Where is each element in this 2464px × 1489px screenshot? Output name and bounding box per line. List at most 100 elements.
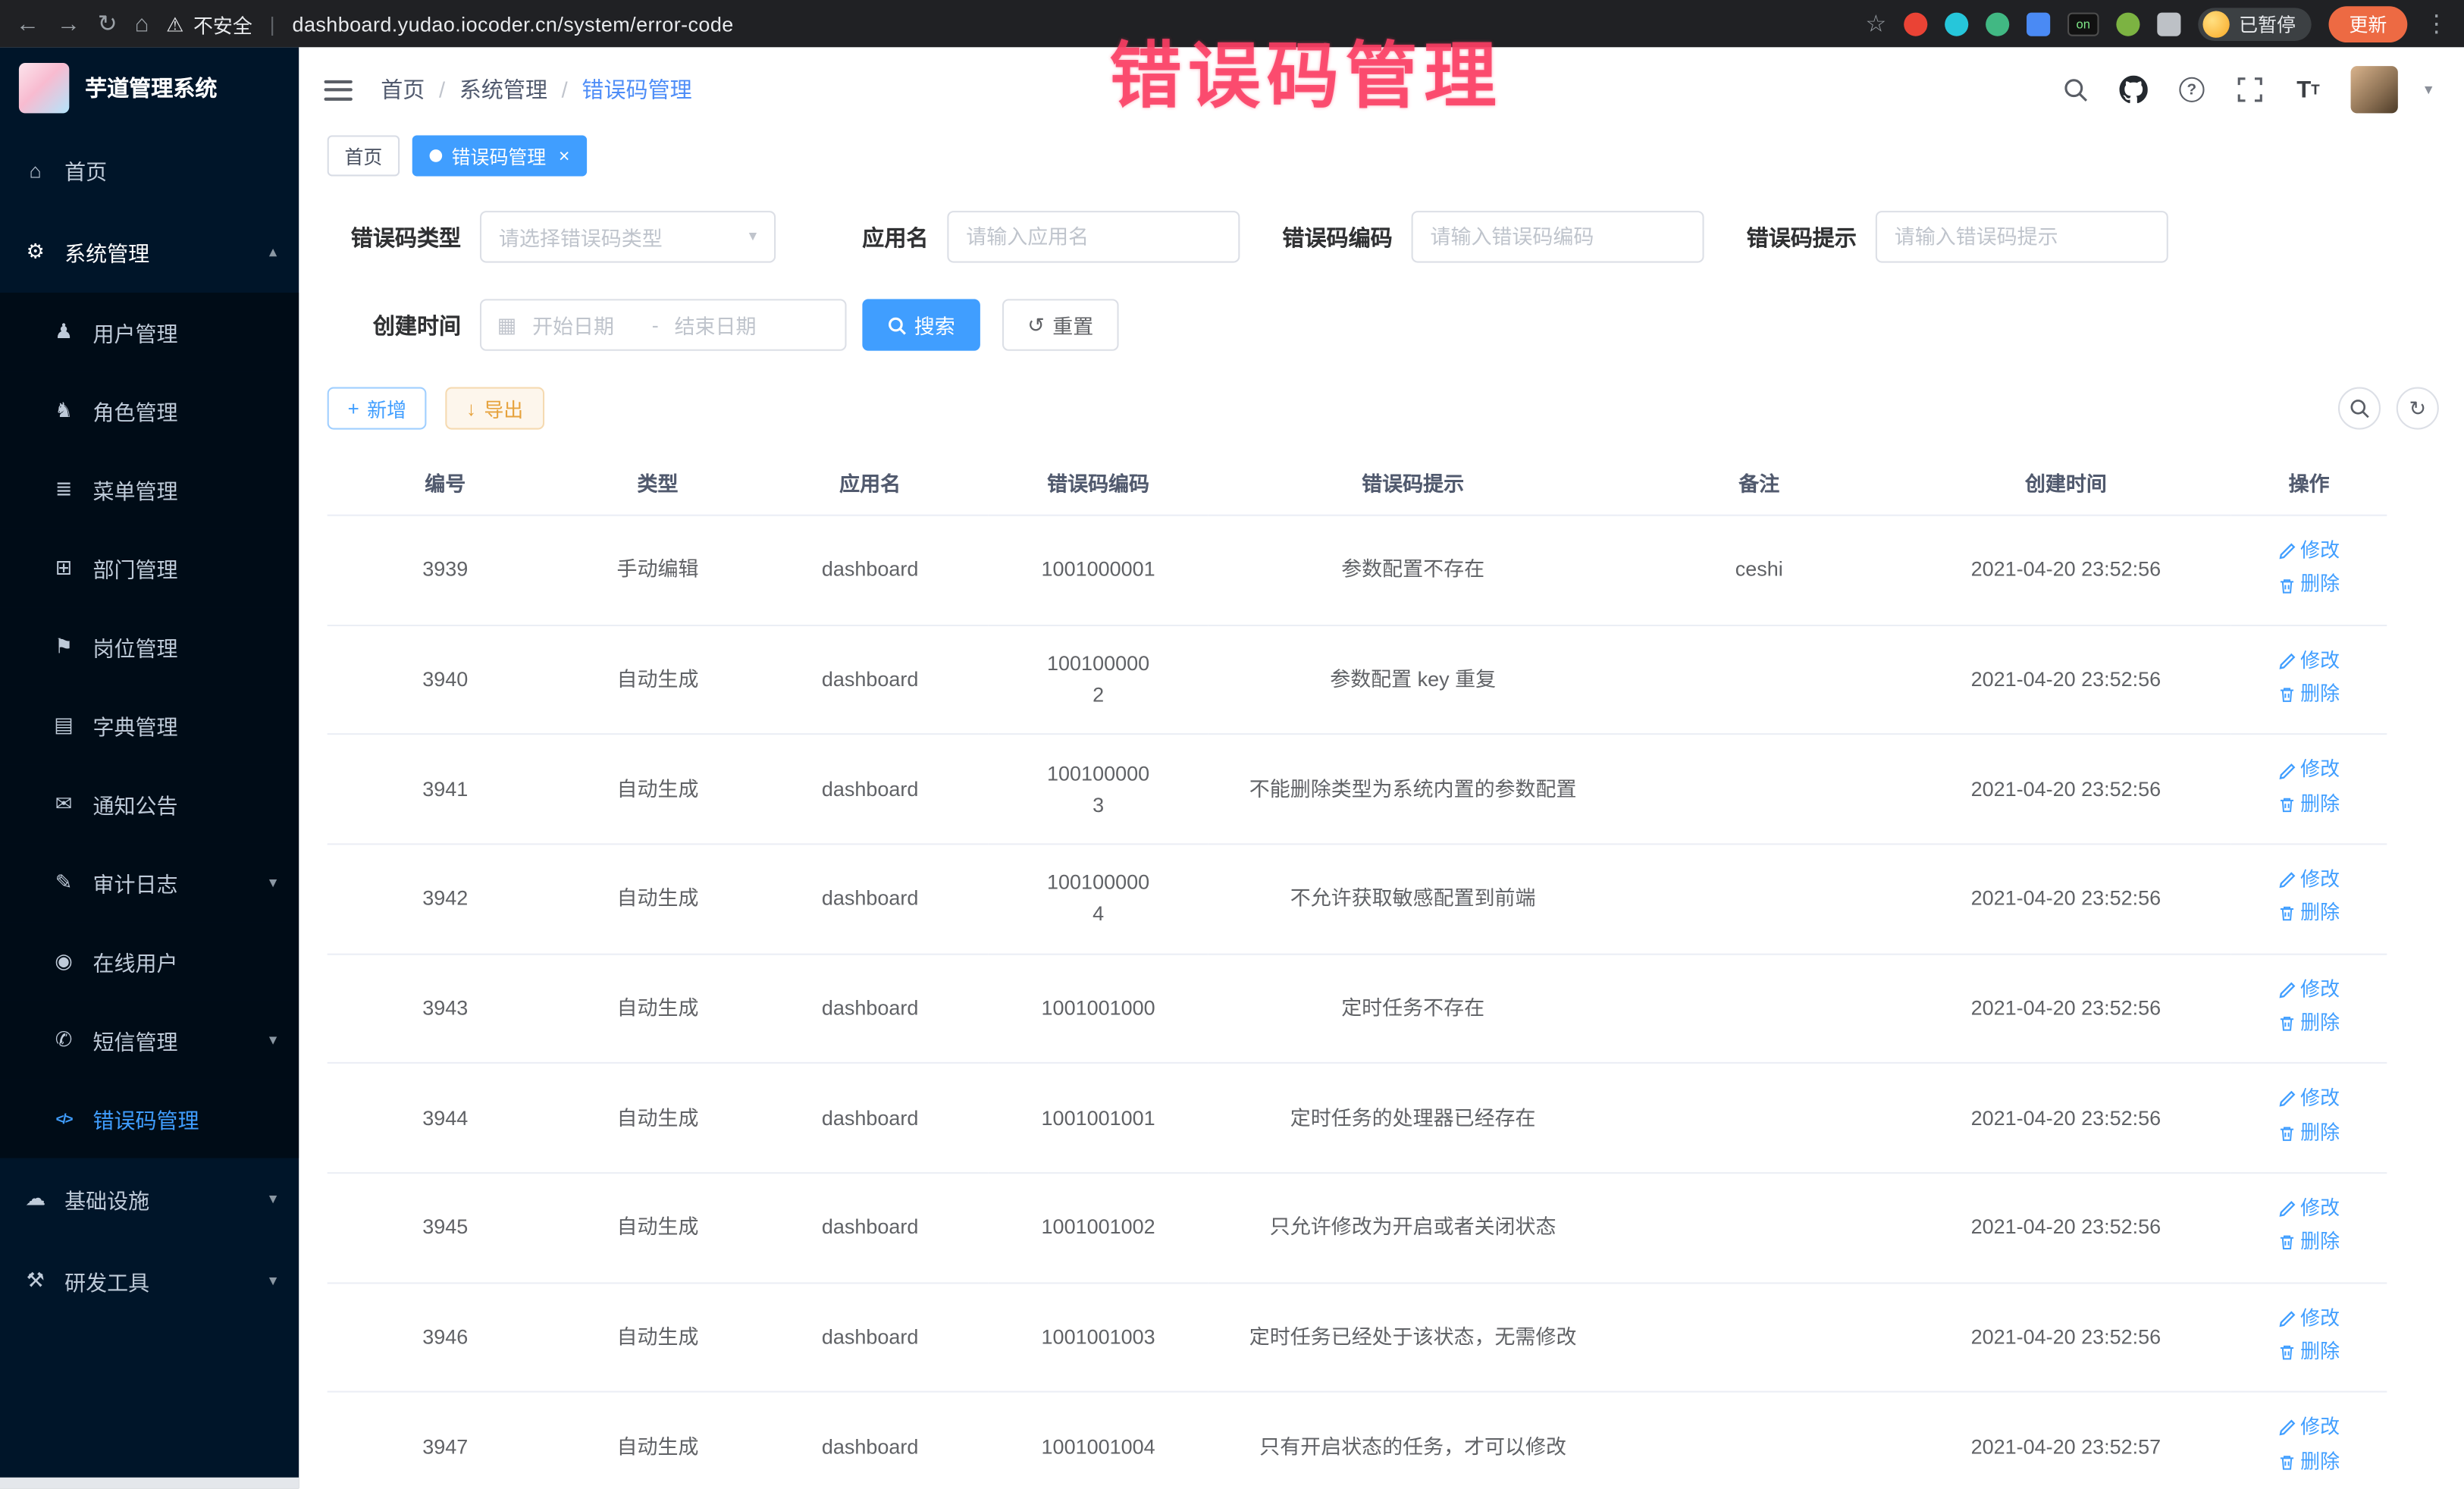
- cell-actions: 修改 删除: [2231, 1283, 2387, 1393]
- profile-paused-badge[interactable]: 已暂停: [2198, 7, 2311, 40]
- sidebar-item-infra[interactable]: ☁ 基础设施 ▾: [0, 1158, 299, 1240]
- refresh-button[interactable]: ↻: [2397, 387, 2439, 430]
- breadcrumb-home[interactable]: 首页: [381, 74, 425, 106]
- github-icon[interactable]: [2118, 74, 2149, 106]
- sidebar-item-online-users[interactable]: ◉ 在线用户: [0, 922, 299, 1001]
- browser-menu-icon[interactable]: ⋮: [2425, 12, 2448, 36]
- delete-link[interactable]: 删除: [2278, 789, 2340, 820]
- edit-link[interactable]: 修改: [2278, 1084, 2340, 1114]
- error-hint-input[interactable]: [1876, 211, 2168, 262]
- security-badge[interactable]: ⚠ 不安全: [166, 8, 252, 38]
- edit-link[interactable]: 修改: [2278, 865, 2340, 895]
- on-extension-icon[interactable]: on: [2067, 12, 2099, 36]
- table-row: 3939 手动编辑 dashboard 1001000001 参数配置不存在 c…: [328, 516, 2387, 625]
- forward-icon[interactable]: →: [57, 12, 80, 36]
- reload-icon[interactable]: ↻: [98, 12, 118, 36]
- edit-pencil-icon: [2278, 1091, 2296, 1108]
- sidebar-item-dev-tools[interactable]: ⚒ 研发工具 ▾: [0, 1240, 299, 1321]
- browser-update-button[interactable]: 更新: [2328, 5, 2407, 42]
- teal-extension-icon[interactable]: [1945, 12, 1968, 36]
- delete-link[interactable]: 删除: [2278, 680, 2340, 710]
- delete-link[interactable]: 删除: [2278, 570, 2340, 600]
- tab-label: 首页: [345, 143, 383, 169]
- delete-link[interactable]: 删除: [2278, 1447, 2340, 1477]
- sidebar-scrollbar[interactable]: [0, 1478, 299, 1489]
- app-logo[interactable]: 芋道管理系统: [0, 47, 299, 129]
- cell-id: 3939: [328, 516, 563, 625]
- post-icon: ⚑: [50, 634, 77, 659]
- sidebar-item-system[interactable]: ⚙ 系统管理 ▴: [0, 211, 299, 293]
- back-icon[interactable]: ←: [16, 12, 39, 36]
- sidebar-item-dicts[interactable]: ▤ 字典管理: [0, 686, 299, 765]
- leaf-extension-icon[interactable]: [2116, 12, 2140, 36]
- sidebar-item-error-codes[interactable]: </> 错误码管理: [0, 1080, 299, 1158]
- edit-link[interactable]: 修改: [2278, 975, 2340, 1005]
- delete-link[interactable]: 删除: [2278, 1118, 2340, 1149]
- font-size-icon[interactable]: TT: [2293, 74, 2324, 106]
- toggle-search-button[interactable]: [2338, 387, 2381, 430]
- sidebar-item-home[interactable]: ⌂ 首页: [0, 129, 299, 211]
- edit-link[interactable]: 修改: [2278, 1413, 2340, 1444]
- cell-actions: 修改 删除: [2231, 844, 2387, 954]
- sidebar-item-users[interactable]: ♟ 用户管理: [0, 293, 299, 371]
- fullscreen-icon[interactable]: [2234, 74, 2266, 106]
- filter-form: 错误码类型 请选择错误码类型 ▾ 应用名 错误码编码 错误码提示 创建时间 ▦ …: [299, 211, 2464, 351]
- trash-icon: [2278, 1015, 2296, 1033]
- bookmark-star-icon[interactable]: ☆: [1865, 12, 1886, 36]
- table-body: 3939 手动编辑 dashboard 1001000001 参数配置不存在 c…: [328, 516, 2387, 1489]
- tab-error-code[interactable]: 错误码管理 ×: [412, 135, 587, 176]
- delete-link[interactable]: 删除: [2278, 1227, 2340, 1258]
- delete-link[interactable]: 删除: [2278, 1008, 2340, 1039]
- app-name-input[interactable]: [947, 211, 1240, 262]
- cell-code: 1001001003: [988, 1283, 1208, 1393]
- sidebar-menu: ⌂ 首页 ⚙ 系统管理 ▴ ♟ 用户管理 ♞ 角色管理 ≣ 菜单管理 ⊞ 部门管…: [0, 129, 299, 1321]
- edit-link[interactable]: 修改: [2278, 1194, 2340, 1224]
- delete-link[interactable]: 删除: [2278, 1337, 2340, 1368]
- search-button[interactable]: 搜索: [862, 299, 980, 350]
- trash-icon: [2278, 577, 2296, 594]
- vue-extension-icon[interactable]: [1986, 12, 2009, 36]
- red-extension-icon[interactable]: [1904, 12, 1927, 36]
- sidebar-item-sms[interactable]: ✆ 短信管理 ▾: [0, 1001, 299, 1080]
- reset-button[interactable]: ↺ 重置: [1002, 299, 1118, 350]
- trash-icon: [2278, 1124, 2296, 1142]
- select-placeholder: 请选择错误码类型: [499, 222, 663, 252]
- error-type-select[interactable]: 请选择错误码类型 ▾: [480, 211, 776, 262]
- extensions-puzzle-icon[interactable]: [2157, 12, 2180, 36]
- sidebar-item-notices[interactable]: ✉ 通知公告: [0, 765, 299, 844]
- cell-time: 2021-04-20 23:52:56: [1901, 516, 2231, 625]
- cell-hint: 只允许修改为开启或者关闭状态: [1208, 1173, 1618, 1283]
- create-time-range-picker[interactable]: ▦ 开始日期 - 结束日期: [480, 299, 847, 350]
- sidebar-item-posts[interactable]: ⚑ 岗位管理: [0, 607, 299, 686]
- url-text[interactable]: dashboard.yudao.iocoder.cn/system/error-…: [293, 12, 734, 36]
- cell-code: 1001001001: [988, 1063, 1208, 1173]
- sidebar-item-audit-logs[interactable]: ✎ 审计日志 ▾: [0, 843, 299, 922]
- edit-link[interactable]: 修改: [2278, 537, 2340, 567]
- main-panel: 首页 / 系统管理 / 错误码管理 ?: [299, 47, 2464, 1488]
- edit-link[interactable]: 修改: [2278, 646, 2340, 676]
- home-icon: ⌂: [22, 158, 49, 182]
- grid-extension-icon[interactable]: [2027, 12, 2050, 36]
- edit-link[interactable]: 修改: [2278, 1304, 2340, 1334]
- add-button[interactable]: + 新增: [328, 387, 427, 430]
- breadcrumb-separator: /: [562, 77, 568, 102]
- user-avatar[interactable]: [2351, 66, 2398, 113]
- sidebar-item-roles[interactable]: ♞ 角色管理: [0, 371, 299, 450]
- avatar-caret-icon[interactable]: ▾: [2425, 81, 2432, 99]
- error-code-input[interactable]: [1412, 211, 1704, 262]
- trash-icon: [2278, 905, 2296, 923]
- tab-home[interactable]: 首页: [328, 135, 400, 176]
- breadcrumb-system[interactable]: 系统管理: [459, 74, 547, 106]
- sidebar-item-depts[interactable]: ⊞ 部门管理: [0, 528, 299, 607]
- export-button[interactable]: ↓ 导出: [446, 387, 544, 430]
- sidebar-item-menus[interactable]: ≣ 菜单管理: [0, 450, 299, 529]
- tab-close-icon[interactable]: ×: [559, 145, 570, 167]
- edit-link[interactable]: 修改: [2278, 756, 2340, 786]
- help-icon[interactable]: ?: [2176, 74, 2208, 106]
- delete-link[interactable]: 删除: [2278, 899, 2340, 929]
- cell-app: dashboard: [752, 1173, 988, 1283]
- menu-fold-icon[interactable]: [324, 80, 353, 100]
- role-icon: ♞: [50, 398, 77, 423]
- search-icon[interactable]: [2060, 74, 2092, 106]
- browser-home-icon[interactable]: ⌂: [135, 12, 149, 36]
